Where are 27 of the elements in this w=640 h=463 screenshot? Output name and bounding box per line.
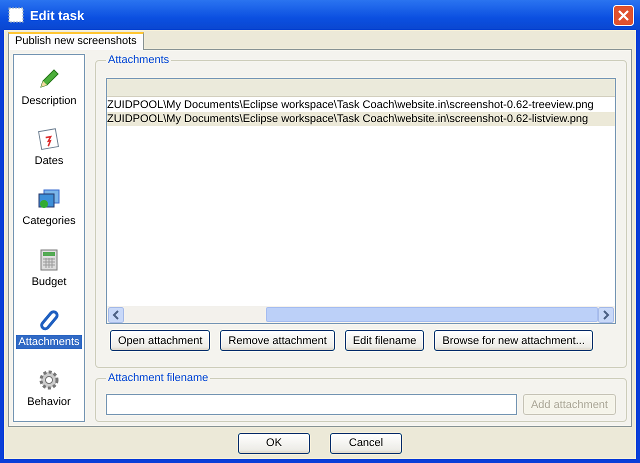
group-title: Attachment filename bbox=[107, 372, 210, 384]
attachment-row[interactable]: ZUIDPOOL\My Documents\Eclipse workspace\Task Coach\website.in\screenshot-0.62-listview.png bbox=[107, 112, 615, 126]
action-button[interactable]: Remove attachment bbox=[220, 330, 335, 351]
tab[interactable]: Publish new screenshots bbox=[8, 32, 144, 50]
gear-icon[interactable] bbox=[37, 368, 61, 392]
action-button[interactable]: Browse for new attachment... bbox=[434, 330, 593, 351]
filename-field[interactable] bbox=[106, 394, 517, 415]
sidebar-item[interactable]: Description bbox=[19, 94, 79, 108]
pencil-icon[interactable] bbox=[37, 66, 61, 91]
sidebar-item[interactable]: Budget bbox=[30, 274, 68, 289]
sidebar-item[interactable]: Dates bbox=[32, 154, 66, 168]
horizontal-scrollbar[interactable] bbox=[107, 306, 615, 323]
action-button[interactable]: Edit filename bbox=[344, 330, 424, 351]
sidebar-item[interactable]: Behavior bbox=[25, 395, 73, 410]
paperclip-icon[interactable] bbox=[37, 308, 61, 332]
group-title: Attachments bbox=[107, 54, 170, 66]
sidebar-item[interactable]: Attachments bbox=[16, 334, 82, 349]
window-icon bbox=[8, 7, 24, 23]
dialog-button[interactable]: OK bbox=[238, 432, 310, 454]
sidebar-item[interactable]: Categories bbox=[20, 214, 78, 228]
scrollbar-thumb[interactable] bbox=[266, 307, 598, 322]
dialog-button[interactable]: Cancel bbox=[330, 432, 402, 454]
action-button[interactable]: Open attachment bbox=[110, 330, 210, 351]
attachment-list[interactable]: ZUIDPOOL\My Documents\Eclipse workspace\Task Coach\website.in\screenshot-0.62-treeview.png ZUIDPOOL\My Documents\Eclipse workspace\Task Coach\website.in\screenshot-0.62-listview.png bbox=[106, 78, 616, 324]
close-button[interactable] bbox=[613, 4, 634, 26]
attachment-row[interactable]: ZUIDPOOL\My Documents\Eclipse workspace\Task Coach\website.in\screenshot-0.62-treeview.png bbox=[107, 98, 615, 112]
window-title: Edit task bbox=[30, 8, 86, 22]
